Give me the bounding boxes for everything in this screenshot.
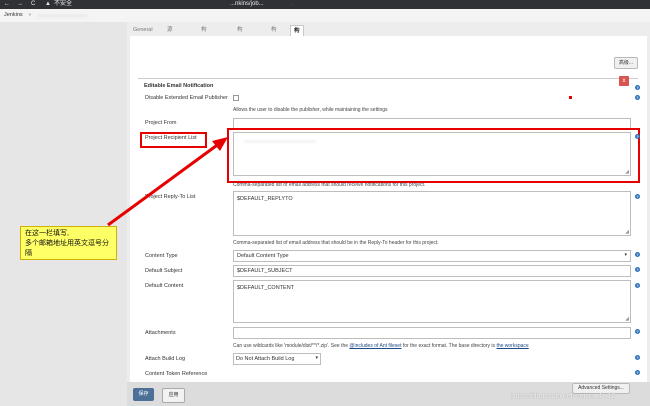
recipient-description: Comma-separated list of email address th… — [233, 182, 426, 188]
reply-to-value: $DEFAULT_REPLYTO — [237, 196, 293, 202]
tab-scm[interactable]: 源码管理 — [164, 25, 176, 66]
attachments-description: Can use wildcards like 'module/dist/**/*… — [233, 343, 529, 349]
save-button[interactable]: 保存 — [133, 388, 154, 401]
section-divider — [138, 78, 638, 79]
url-text[interactable]: ...nkins/job... — [230, 1, 264, 8]
forward-icon[interactable]: → — [17, 1, 23, 8]
help-icon[interactable]: ? — [635, 355, 640, 360]
help-icon[interactable]: ? — [635, 194, 640, 199]
callout-line-1: 在这一栏填写, — [25, 230, 69, 237]
url-suffix: ... — [290, 1, 296, 7]
content-type-label: Content Type — [145, 253, 178, 259]
subject-value: $DEFAULT_SUBJECT — [237, 268, 293, 274]
content-type-value: Default Content Type — [237, 253, 289, 259]
help-icon[interactable]: ? — [635, 267, 640, 272]
subject-input[interactable]: $DEFAULT_SUBJECT — [233, 265, 631, 277]
reply-to-description: Comma-separated list of email address th… — [233, 240, 439, 246]
recipient-textarea-highlight — [227, 128, 640, 183]
tab-build-env[interactable]: 构建环境 — [234, 25, 246, 66]
help-icon[interactable]: ? — [635, 95, 640, 100]
help-icon[interactable]: ? — [635, 134, 640, 139]
attachments-input[interactable] — [233, 327, 631, 339]
subject-label: Default Subject — [145, 268, 183, 274]
content-type-select[interactable]: Default Content Type ▾ — [233, 250, 631, 262]
jenkins-breadcrumb-bar: Jenkins › ..............................… — [0, 9, 650, 23]
attachments-desc-text: Can use wildcards like 'module/dist/**/*… — [233, 343, 349, 349]
help-icon[interactable]: ? — [635, 329, 640, 334]
resize-grip-icon[interactable]: ◢ — [625, 316, 629, 322]
dropdown-arrow-icon: ▾ — [624, 252, 627, 258]
annotation-arrow — [107, 137, 228, 227]
reply-to-textarea[interactable]: $DEFAULT_REPLYTO ◢ — [233, 191, 631, 236]
workspace-link[interactable]: the workspace — [496, 343, 528, 349]
help-icon[interactable]: ? — [635, 283, 640, 288]
help-icon[interactable]: ? — [635, 370, 640, 375]
disable-label: Disable Extended Email Publisher — [145, 95, 228, 101]
warning-icon: ▲ — [45, 1, 51, 7]
attach-log-label: Attach Build Log — [145, 356, 186, 362]
ant-fileset-link[interactable]: @includes of Ant fileset — [349, 343, 401, 349]
content-label: Default Content — [145, 283, 184, 289]
disable-checkbox[interactable] — [233, 95, 239, 101]
breadcrumb-job[interactable]: ................................ — [38, 12, 87, 18]
watermark: https://blog.csdn.net/weixin_4...12 — [510, 393, 616, 400]
attach-log-select[interactable]: Do Not Attach Build Log ▾ — [233, 353, 321, 365]
disable-description: Allows the user to disable the publisher… — [233, 107, 388, 113]
content-textarea[interactable]: $DEFAULT_CONTENT ◢ — [233, 280, 631, 323]
content-value: $DEFAULT_CONTENT — [237, 285, 295, 291]
tab-build[interactable]: 构建 — [268, 25, 280, 44]
tab-triggers[interactable]: 构建触发器 — [198, 25, 210, 77]
token-reference-label: Content Token Reference — [145, 371, 208, 377]
insecure-label: 不安全 — [54, 1, 73, 7]
breadcrumb-separator: › — [29, 12, 31, 18]
help-icon[interactable]: ? — [635, 85, 640, 90]
reload-icon[interactable]: C — [31, 1, 35, 8]
attachments-desc-mid: for the exact format. The base directory… — [402, 343, 496, 349]
apply-button[interactable]: 应用 — [162, 388, 185, 403]
attach-log-value: Do Not Attach Build Log — [236, 356, 295, 362]
red-marker — [569, 96, 572, 99]
tab-general[interactable]: General — [130, 25, 156, 36]
callout-line-2: 多个邮箱地址用英文逗号分隔 — [25, 240, 109, 257]
section-title: Editable Email Notification — [144, 83, 214, 89]
browser-toolbar: ← → C ▲ 不安全 ...nkins/job... ... — [0, 0, 650, 9]
attachments-label: Attachments — [145, 330, 176, 336]
dropdown-arrow-icon: ▾ — [315, 355, 318, 361]
advanced-button-top[interactable]: 高级... — [614, 57, 638, 69]
breadcrumb-jenkins[interactable]: Jenkins — [4, 12, 23, 18]
resize-grip-icon[interactable]: ◢ — [625, 229, 629, 235]
back-icon[interactable]: ← — [4, 1, 10, 8]
close-icon[interactable]: x — [619, 76, 629, 86]
help-icon[interactable]: ? — [635, 252, 640, 257]
